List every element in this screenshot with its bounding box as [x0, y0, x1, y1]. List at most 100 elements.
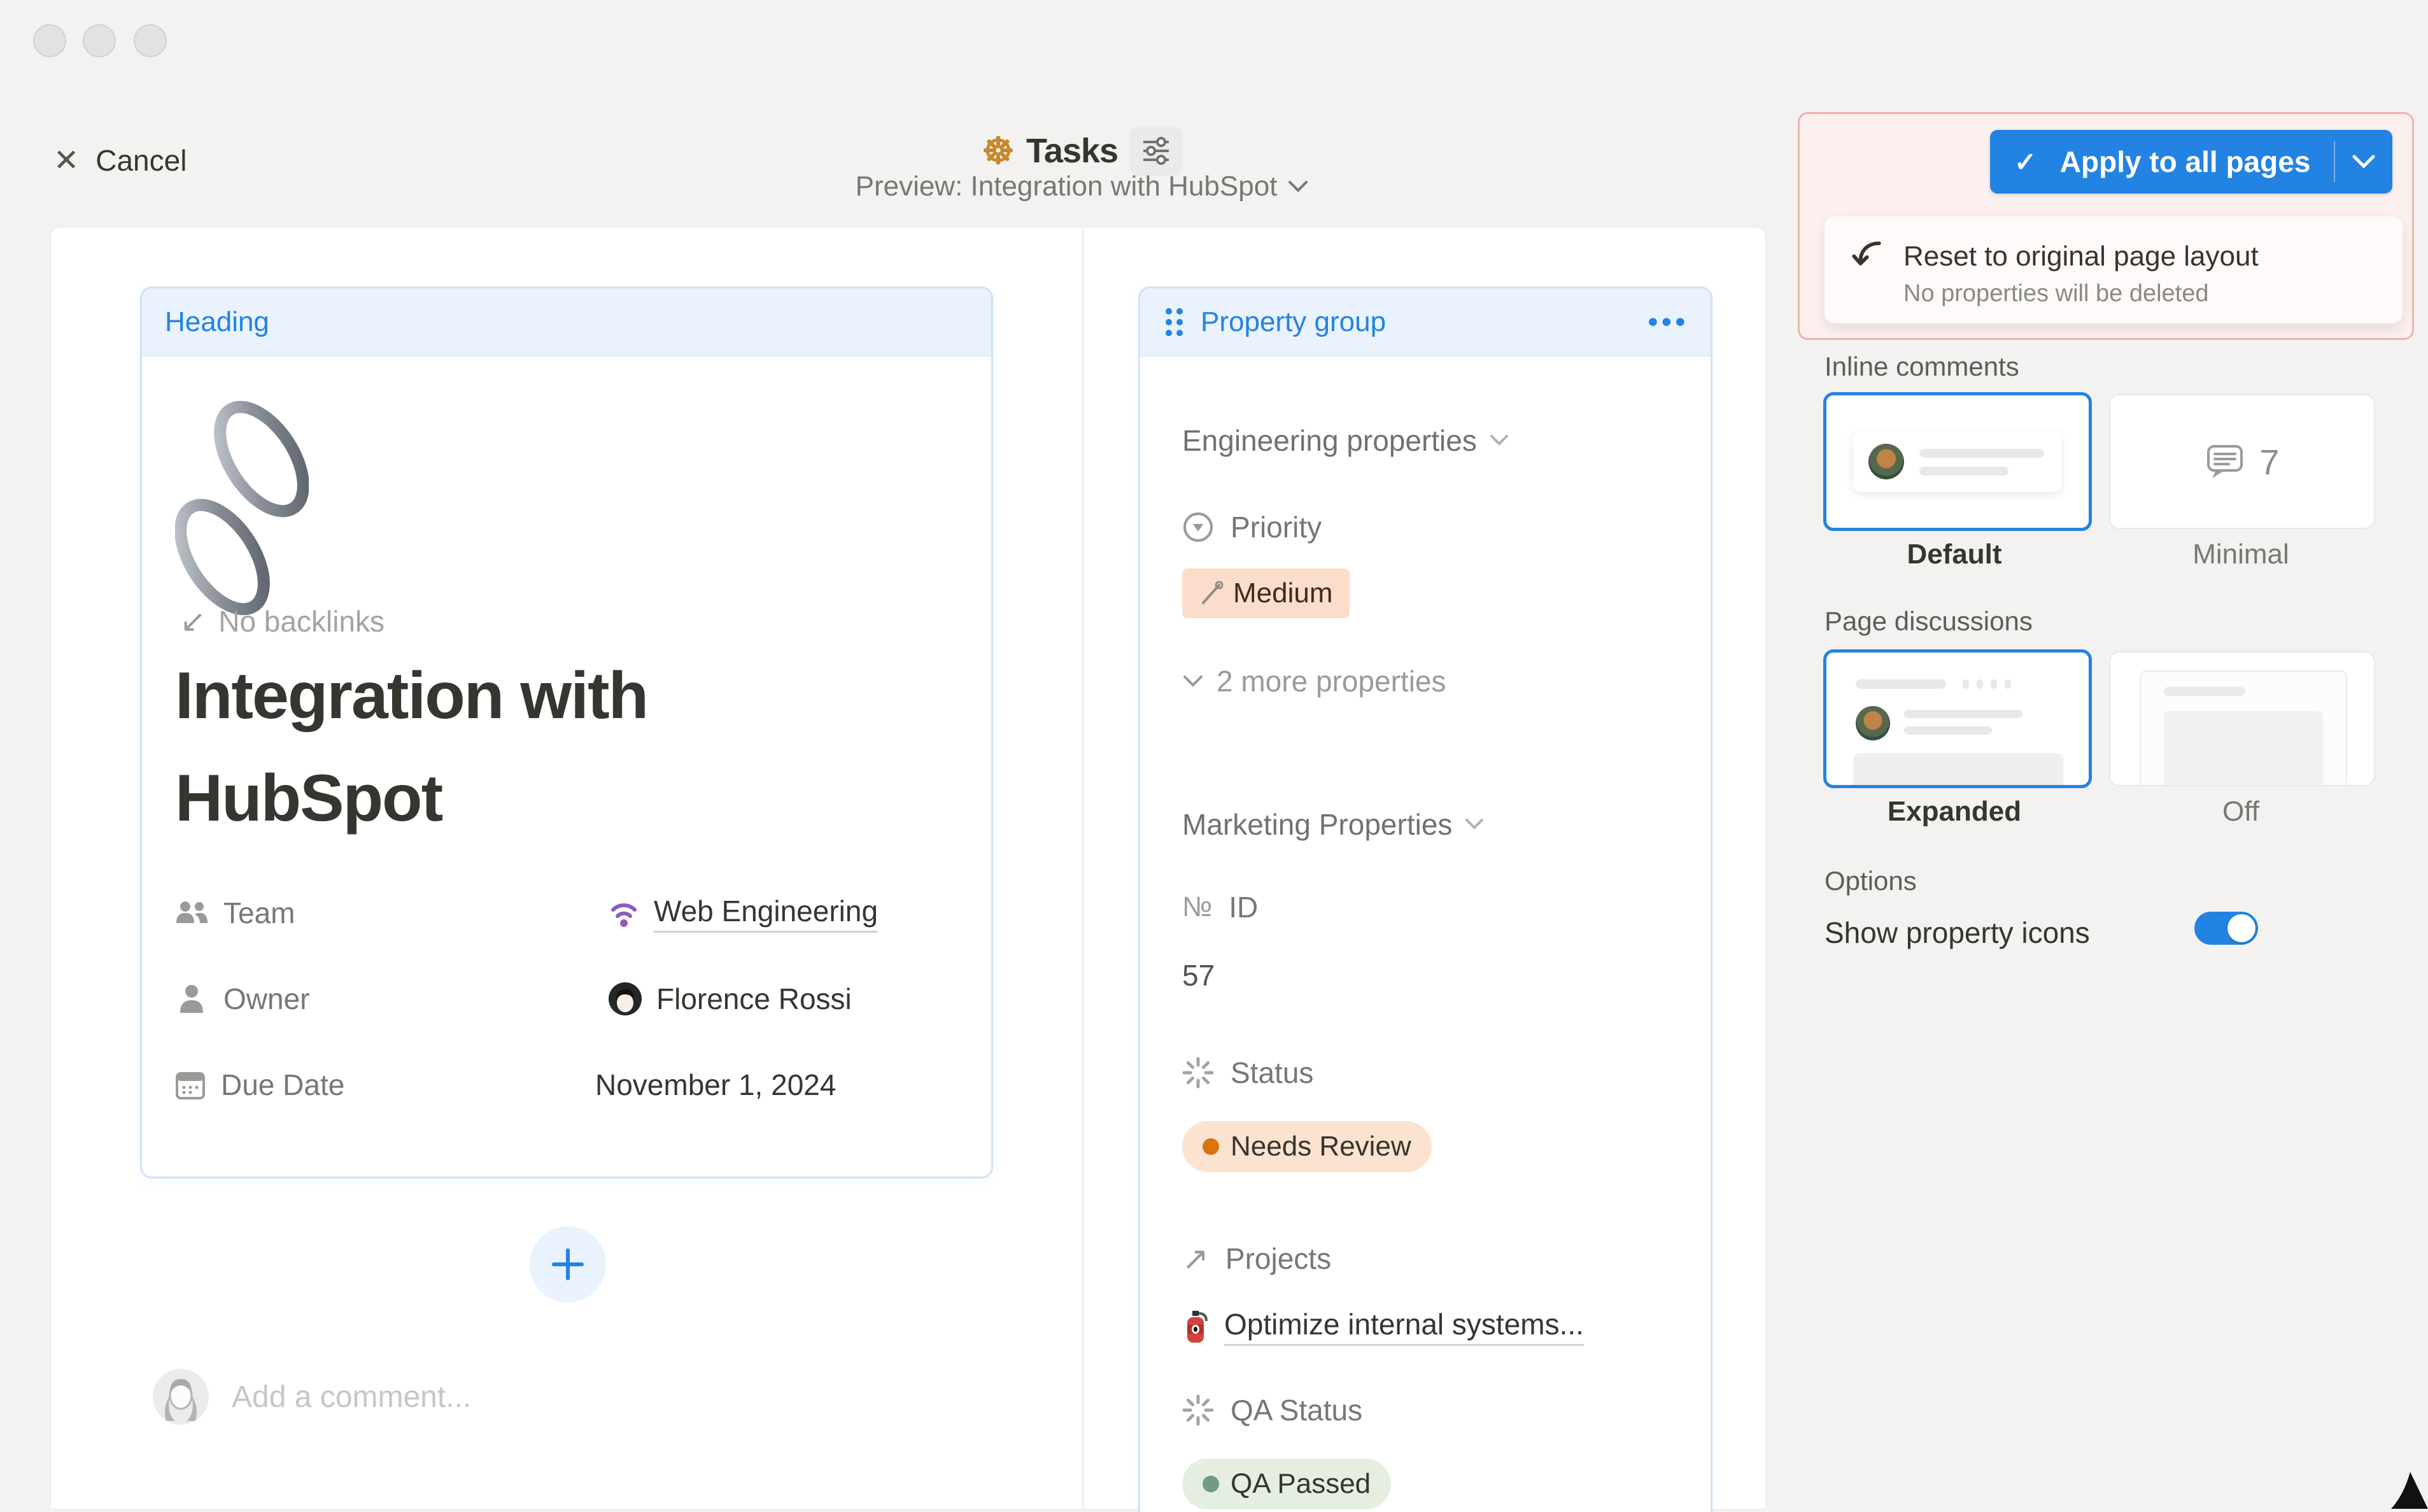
plus-icon	[551, 1248, 584, 1281]
spinner-icon	[1182, 1057, 1214, 1089]
section2-title: Marketing Properties	[1182, 807, 1452, 842]
status-row[interactable]: Status	[1182, 1056, 1313, 1090]
reset-subtitle: No properties will be deleted	[1903, 280, 2209, 307]
toggle-knob	[2227, 914, 2255, 942]
comment-bubble-icon	[2205, 441, 2245, 482]
page-discussions-option-off[interactable]	[2109, 651, 2375, 786]
more-properties-label: 2 more properties	[1217, 664, 1446, 698]
priority-label: Priority	[1231, 510, 1322, 544]
page-title[interactable]: Integration with HubSpot	[175, 645, 964, 850]
inline-comments-option-default[interactable]	[1823, 392, 2092, 531]
check-icon: ✓	[2014, 146, 2036, 178]
off-option-label: Off	[2109, 796, 2373, 828]
layout-settings-button[interactable]	[1129, 126, 1183, 176]
owner-label: Owner	[223, 982, 309, 1016]
page-discussions-option-expanded[interactable]	[1823, 649, 2092, 788]
doc-header: ☸ Tasks	[796, 126, 1369, 176]
property-group-label: Property group	[1201, 306, 1648, 338]
comment-preview-thumb	[1853, 431, 2061, 492]
sliders-icon	[1140, 134, 1173, 167]
page-thumb	[2140, 670, 2347, 786]
qa-status-label: QA Status	[1231, 1393, 1362, 1427]
status-value: Needs Review	[1231, 1131, 1411, 1162]
section-engineering-properties[interactable]: Engineering properties	[1182, 423, 1509, 458]
backlinks-row[interactable]: ↙ No backlinks	[180, 604, 385, 639]
section-marketing-properties[interactable]: Marketing Properties	[1182, 807, 1484, 842]
cancel-button[interactable]: ✕ Cancel	[53, 141, 187, 180]
show-property-icons-toggle[interactable]	[2194, 912, 2258, 945]
preview-selector[interactable]: Preview: Integration with HubSpot	[796, 171, 1369, 202]
needle-icon	[1199, 580, 1225, 607]
window-close-button[interactable]	[33, 24, 66, 57]
property-row-team[interactable]: Team Web Engineering	[175, 884, 966, 942]
tick	[1963, 679, 1969, 689]
expanded-option-label: Expanded	[1823, 796, 2086, 828]
section1-title: Engineering properties	[1182, 423, 1477, 458]
rings-icon	[608, 897, 640, 929]
text-line	[1856, 679, 1946, 689]
projects-value: Optimize internal systems...	[1224, 1307, 1584, 1346]
apply-to-all-pages-button[interactable]: ✓ Apply to all pages	[1990, 130, 2392, 194]
drag-handle-icon[interactable]	[1166, 308, 1183, 336]
add-block-button[interactable]	[530, 1226, 606, 1303]
team-label: Team	[223, 896, 295, 930]
person-icon	[175, 984, 208, 1014]
more-menu-icon[interactable]: •••	[1648, 306, 1689, 338]
reset-title: Reset to original page layout	[1903, 241, 2259, 272]
qa-value-badge[interactable]: QA Passed	[1182, 1459, 1391, 1509]
comment-input-row[interactable]: Add a comment...	[152, 1367, 471, 1426]
spinner-icon	[1182, 1394, 1214, 1426]
text-line	[1904, 710, 2022, 718]
green-dot-icon	[1203, 1476, 1219, 1492]
default-option-label: Default	[1823, 539, 2086, 570]
heading-card-label: Heading	[165, 306, 269, 338]
comment-count: 7	[2259, 441, 2279, 483]
property-group-card[interactable]: Property group ••• Engineering propertie…	[1138, 286, 1712, 1512]
projects-value-row[interactable]: Optimize internal systems...	[1182, 1307, 1584, 1346]
status-label: Status	[1231, 1056, 1313, 1090]
more-properties-toggle[interactable]: 2 more properties	[1182, 664, 1446, 698]
id-label: ID	[1229, 890, 1258, 924]
page-title-line1: Integration with	[175, 645, 964, 747]
team-value[interactable]: Web Engineering	[608, 894, 878, 933]
arrow-up-right-icon: ↗	[1182, 1240, 1209, 1277]
inline-comments-option-minimal[interactable]: 7	[2109, 394, 2375, 529]
heading-section-card[interactable]: Heading ↙ N	[140, 286, 993, 1178]
text-line	[2164, 687, 2245, 696]
calendar-icon	[175, 1070, 206, 1100]
heading-card-band: Heading	[142, 288, 991, 357]
numero-icon: №	[1182, 891, 1212, 923]
chevron-down-icon	[1287, 180, 1309, 194]
property-group-band: Property group •••	[1140, 288, 1711, 357]
owner-value[interactable]: Florence Rossi	[608, 982, 852, 1016]
projects-row[interactable]: ↗ Projects	[1182, 1240, 1331, 1277]
property-row-owner[interactable]: Owner Florence Rossi	[175, 970, 966, 1028]
reset-layout-menu-item[interactable]: Reset to original page layout No propert…	[1825, 216, 2403, 323]
text-line	[1904, 726, 1992, 735]
tick	[2005, 679, 2011, 689]
preview-label: Preview: Integration with HubSpot	[856, 171, 1278, 202]
avatar	[1856, 706, 1890, 740]
chevron-down-icon[interactable]	[2335, 153, 2392, 170]
cancel-label: Cancel	[95, 143, 187, 178]
due-date-label: Due Date	[221, 1068, 344, 1102]
priority-row[interactable]: Priority	[1182, 510, 1322, 544]
priority-value-badge[interactable]: Medium	[1182, 569, 1350, 618]
people-icon	[175, 900, 208, 926]
page-title-line2: HubSpot	[175, 747, 964, 850]
id-row[interactable]: № ID	[1182, 890, 1258, 924]
show-property-icons-label: Show property icons	[1825, 915, 2090, 950]
property-row-due-date[interactable]: Due Date November 1, 2024	[175, 1056, 966, 1114]
id-value-row[interactable]: 57	[1182, 958, 1215, 993]
priority-icon	[1182, 511, 1214, 543]
window-zoom-button[interactable]	[134, 24, 167, 57]
status-value-badge[interactable]: Needs Review	[1182, 1121, 1432, 1172]
owner-value-text: Florence Rossi	[656, 982, 852, 1016]
chevron-down-icon	[1465, 818, 1484, 831]
due-date-value[interactable]: November 1, 2024	[595, 1068, 836, 1102]
id-value: 57	[1182, 958, 1215, 993]
customize-layout-window: ✕ Cancel ☸ Tasks Preview: Integration wi…	[0, 0, 2428, 1509]
window-minimize-button[interactable]	[83, 24, 116, 57]
page-discussions-title: Page discussions	[1825, 606, 2033, 637]
qa-status-row[interactable]: QA Status	[1182, 1393, 1362, 1427]
